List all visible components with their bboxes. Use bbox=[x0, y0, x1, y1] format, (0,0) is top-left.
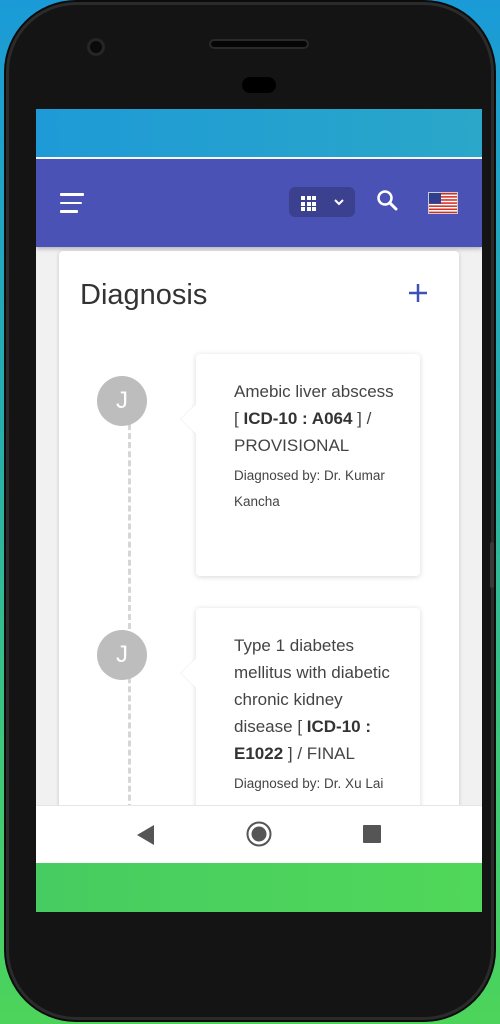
earpiece-speaker bbox=[209, 39, 309, 49]
app-bar bbox=[36, 159, 482, 247]
system-nav-bar bbox=[36, 805, 482, 864]
grid-icon bbox=[301, 196, 316, 211]
diagnosis-card: Diagnosis J Amebic liver abscess [ ICD-1… bbox=[59, 251, 459, 858]
phone-frame: Diagnosis J Amebic liver abscess [ ICD-1… bbox=[6, 2, 494, 1020]
icd-code: ICD-10 : A064 bbox=[243, 409, 353, 428]
background-bottom bbox=[36, 863, 482, 912]
back-triangle-icon[interactable] bbox=[136, 824, 156, 846]
diagnosis-text: Amebic liver abscess [ ICD-10 : A064 ] /… bbox=[234, 378, 400, 459]
side-button bbox=[490, 542, 494, 588]
search-icon[interactable] bbox=[376, 189, 398, 211]
main-content: Diagnosis J Amebic liver abscess [ ICD-1… bbox=[36, 247, 482, 858]
diagnosed-by: Diagnosed by: Dr. Kumar Kancha bbox=[234, 468, 385, 509]
diagnosis-entry[interactable]: Amebic liver abscess [ ICD-10 : A064 ] /… bbox=[181, 354, 420, 576]
avatar: J bbox=[97, 630, 147, 680]
avatar: J bbox=[97, 376, 147, 426]
card-title: Diagnosis bbox=[80, 279, 208, 311]
us-flag-icon[interactable] bbox=[428, 192, 458, 214]
recents-square-icon[interactable] bbox=[363, 825, 381, 843]
hamburger-menu-icon[interactable] bbox=[60, 193, 84, 213]
diagnosis-text: Type 1 diabetes mellitus with diabetic c… bbox=[234, 632, 400, 767]
timeline-line bbox=[128, 406, 131, 846]
home-circle-icon[interactable] bbox=[246, 821, 272, 847]
diagnosis-status: ] / FINAL bbox=[287, 744, 355, 763]
plus-icon[interactable] bbox=[406, 281, 430, 305]
front-camera bbox=[87, 38, 105, 56]
proximity-sensor bbox=[242, 77, 276, 93]
chevron-down-icon bbox=[334, 199, 344, 206]
background-top bbox=[36, 109, 482, 159]
diagnosed-by: Diagnosed by: Dr. Xu Lai bbox=[234, 776, 384, 791]
apps-menu-button[interactable] bbox=[289, 187, 355, 217]
screen: Diagnosis J Amebic liver abscess [ ICD-1… bbox=[36, 109, 482, 912]
